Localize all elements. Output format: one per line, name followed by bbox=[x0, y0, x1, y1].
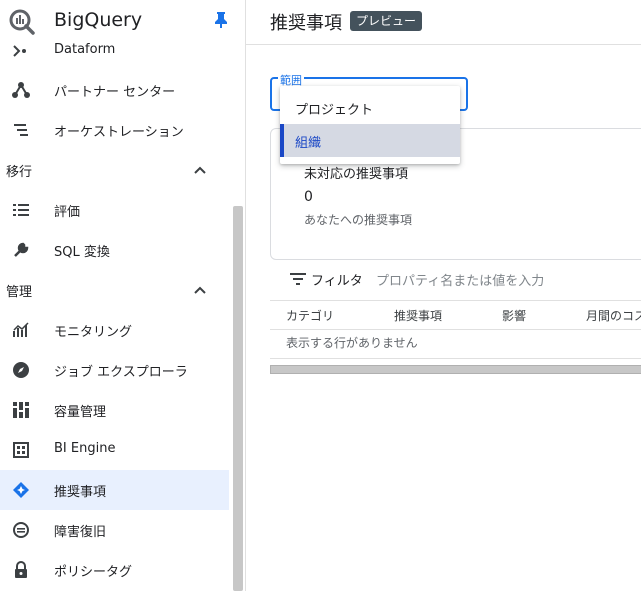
sidebar: BigQuery Dataform パートナー センター オーケストレーション … bbox=[0, 0, 246, 591]
lock-icon bbox=[15, 561, 27, 578]
dataform-icon bbox=[13, 45, 26, 57]
sidebar-item-monitoring[interactable]: モニタリング bbox=[0, 310, 229, 350]
chevron-up-icon bbox=[194, 286, 206, 294]
section-administration[interactable]: 管理 bbox=[0, 270, 229, 310]
bi-engine-icon bbox=[13, 442, 29, 458]
capacity-icon bbox=[13, 402, 29, 418]
sidebar-item-disaster-recovery[interactable]: 障害復旧 bbox=[0, 510, 229, 550]
section-title: 移行 bbox=[6, 165, 33, 180]
compass-icon bbox=[13, 362, 29, 378]
scope-dropdown-menu: プロジェクト 組織 bbox=[280, 86, 460, 164]
sidebar-item-bi-engine[interactable]: BI Engine bbox=[0, 430, 229, 470]
partner-center-icon bbox=[12, 82, 30, 98]
page-header: 推奨事項 プレビュー bbox=[246, 0, 641, 45]
brand-header: BigQuery bbox=[0, 0, 245, 42]
sidebar-item-label: BI Engine bbox=[54, 441, 116, 456]
filter-bar[interactable]: フィルタ プロパティ名または値を入力 bbox=[270, 262, 641, 296]
wrench-icon bbox=[14, 242, 29, 257]
column-header-category[interactable]: カテゴリ bbox=[286, 307, 334, 324]
sidebar-item-label: 容量管理 bbox=[54, 405, 107, 420]
option-label: プロジェクト bbox=[295, 103, 374, 118]
sidebar-item-label: 障害復旧 bbox=[54, 525, 107, 540]
filter-icon bbox=[290, 273, 306, 285]
monitoring-icon bbox=[13, 322, 29, 337]
sidebar-item-recommendations[interactable]: 推奨事項 bbox=[0, 470, 229, 510]
sidebar-item-sql-translation[interactable]: SQL 変換 bbox=[0, 230, 229, 270]
sidebar-scrollbar[interactable] bbox=[233, 206, 243, 591]
section-title: 管理 bbox=[6, 285, 33, 300]
sidebar-item-orchestration[interactable]: オーケストレーション bbox=[0, 110, 229, 150]
scope-option-organization[interactable]: 組織 bbox=[280, 124, 460, 157]
table-header: カテゴリ 推奨事項 影響 月間のコス bbox=[270, 300, 641, 330]
sidebar-item-label: パートナー センター bbox=[54, 85, 176, 100]
recommendations-icon bbox=[13, 482, 29, 498]
option-label: 組織 bbox=[295, 136, 322, 151]
app-title: BigQuery bbox=[54, 9, 143, 31]
sidebar-item-label: ポリシータグ bbox=[54, 565, 133, 580]
page-title: 推奨事項 bbox=[270, 13, 342, 34]
sidebar-item-job-explorer[interactable]: ジョブ エクスプローラ bbox=[0, 350, 229, 390]
disaster-recovery-icon bbox=[13, 522, 29, 538]
sidebar-item-label: 評価 bbox=[54, 205, 81, 220]
chevron-up-icon bbox=[194, 166, 206, 174]
section-migration[interactable]: 移行 bbox=[0, 150, 229, 190]
orchestration-icon bbox=[14, 124, 28, 136]
column-header-impact[interactable]: 影響 bbox=[502, 307, 526, 324]
preview-badge: プレビュー bbox=[350, 11, 423, 31]
divider bbox=[270, 358, 641, 359]
sidebar-item-capacity-management[interactable]: 容量管理 bbox=[0, 390, 229, 430]
column-header-recommendation[interactable]: 推奨事項 bbox=[394, 307, 442, 324]
filter-label: フィルタ bbox=[311, 274, 363, 289]
bigquery-logo-icon bbox=[9, 9, 35, 35]
assessment-icon bbox=[13, 204, 29, 216]
sidebar-item-label: SQL 変換 bbox=[54, 245, 110, 260]
sidebar-item-partner-center[interactable]: パートナー センター bbox=[0, 70, 229, 110]
table-horizontal-scrollbar[interactable] bbox=[270, 365, 641, 374]
table-empty-message: 表示する行がありません bbox=[286, 336, 418, 350]
card-title: 未対応の推奨事項 bbox=[304, 167, 409, 182]
card-count: 0 bbox=[304, 189, 313, 205]
sidebar-item-label: Dataform bbox=[54, 42, 116, 57]
pin-icon[interactable] bbox=[213, 11, 229, 29]
filter-input[interactable]: プロパティ名または値を入力 bbox=[376, 270, 544, 289]
sidebar-item-assessment[interactable]: 評価 bbox=[0, 190, 229, 230]
sidebar-item-label: モニタリング bbox=[54, 325, 133, 340]
sidebar-item-policy-tags[interactable]: ポリシータグ bbox=[0, 550, 229, 590]
sidebar-item-label: ジョブ エクスプローラ bbox=[54, 365, 188, 380]
scope-option-project[interactable]: プロジェクト bbox=[280, 91, 460, 124]
card-subtitle: あなたへの推奨事項 bbox=[304, 213, 413, 227]
column-header-monthly-cost[interactable]: 月間のコス bbox=[586, 307, 641, 324]
sidebar-item-label: オーケストレーション bbox=[54, 125, 184, 140]
sidebar-item-label: 推奨事項 bbox=[54, 485, 107, 500]
